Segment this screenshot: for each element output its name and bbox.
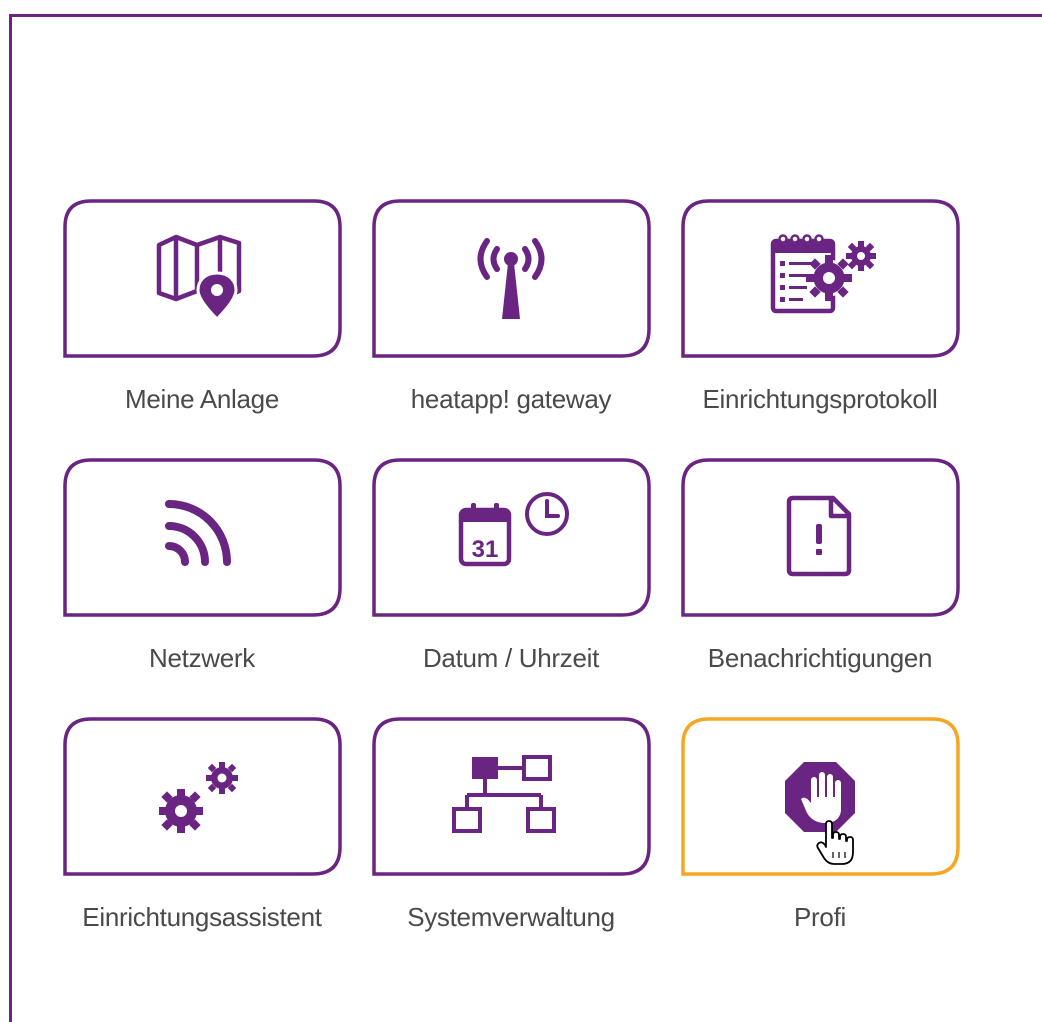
tile-einrichtungsprotokoll[interactable] <box>681 199 960 359</box>
tile-label: Datum / Uhrzeit <box>422 643 600 673</box>
tile-label: Meine Anlage <box>125 384 279 414</box>
calendar-day: 31 <box>472 536 499 563</box>
tile-label: Netzwerk <box>149 643 255 673</box>
tile-label: Einrichtungsprotokoll <box>702 384 938 414</box>
document-alert-icon <box>786 495 852 577</box>
tile-label: Benachrichtigungen <box>707 643 933 673</box>
tile-label: Einrichtungsassistent <box>82 902 322 932</box>
tile-heatapp-gateway[interactable] <box>372 199 651 359</box>
tile-systemverwaltung[interactable] <box>372 717 651 877</box>
tile-meine-anlage[interactable] <box>63 199 342 359</box>
tile-label: Systemverwaltung <box>407 902 615 932</box>
calendar-clock-icon: 31 <box>458 492 569 567</box>
tile-netzwerk[interactable] <box>63 458 342 618</box>
tile-label: Profi <box>794 902 846 932</box>
wifi-icon <box>165 500 231 566</box>
hand-cursor-icon <box>816 820 854 865</box>
network-icon <box>452 755 556 833</box>
tile-datum-uhrzeit[interactable]: 31 <box>372 458 651 618</box>
tile-benachrichtigungen[interactable] <box>681 458 960 618</box>
antenna-icon <box>477 238 545 319</box>
gears-icon <box>159 762 238 833</box>
map-pin-icon <box>156 234 242 322</box>
tile-einrichtungsassistent[interactable] <box>63 717 342 877</box>
calendar-gear-icon <box>770 234 876 314</box>
tile-label: heatapp! gateway <box>410 384 612 414</box>
